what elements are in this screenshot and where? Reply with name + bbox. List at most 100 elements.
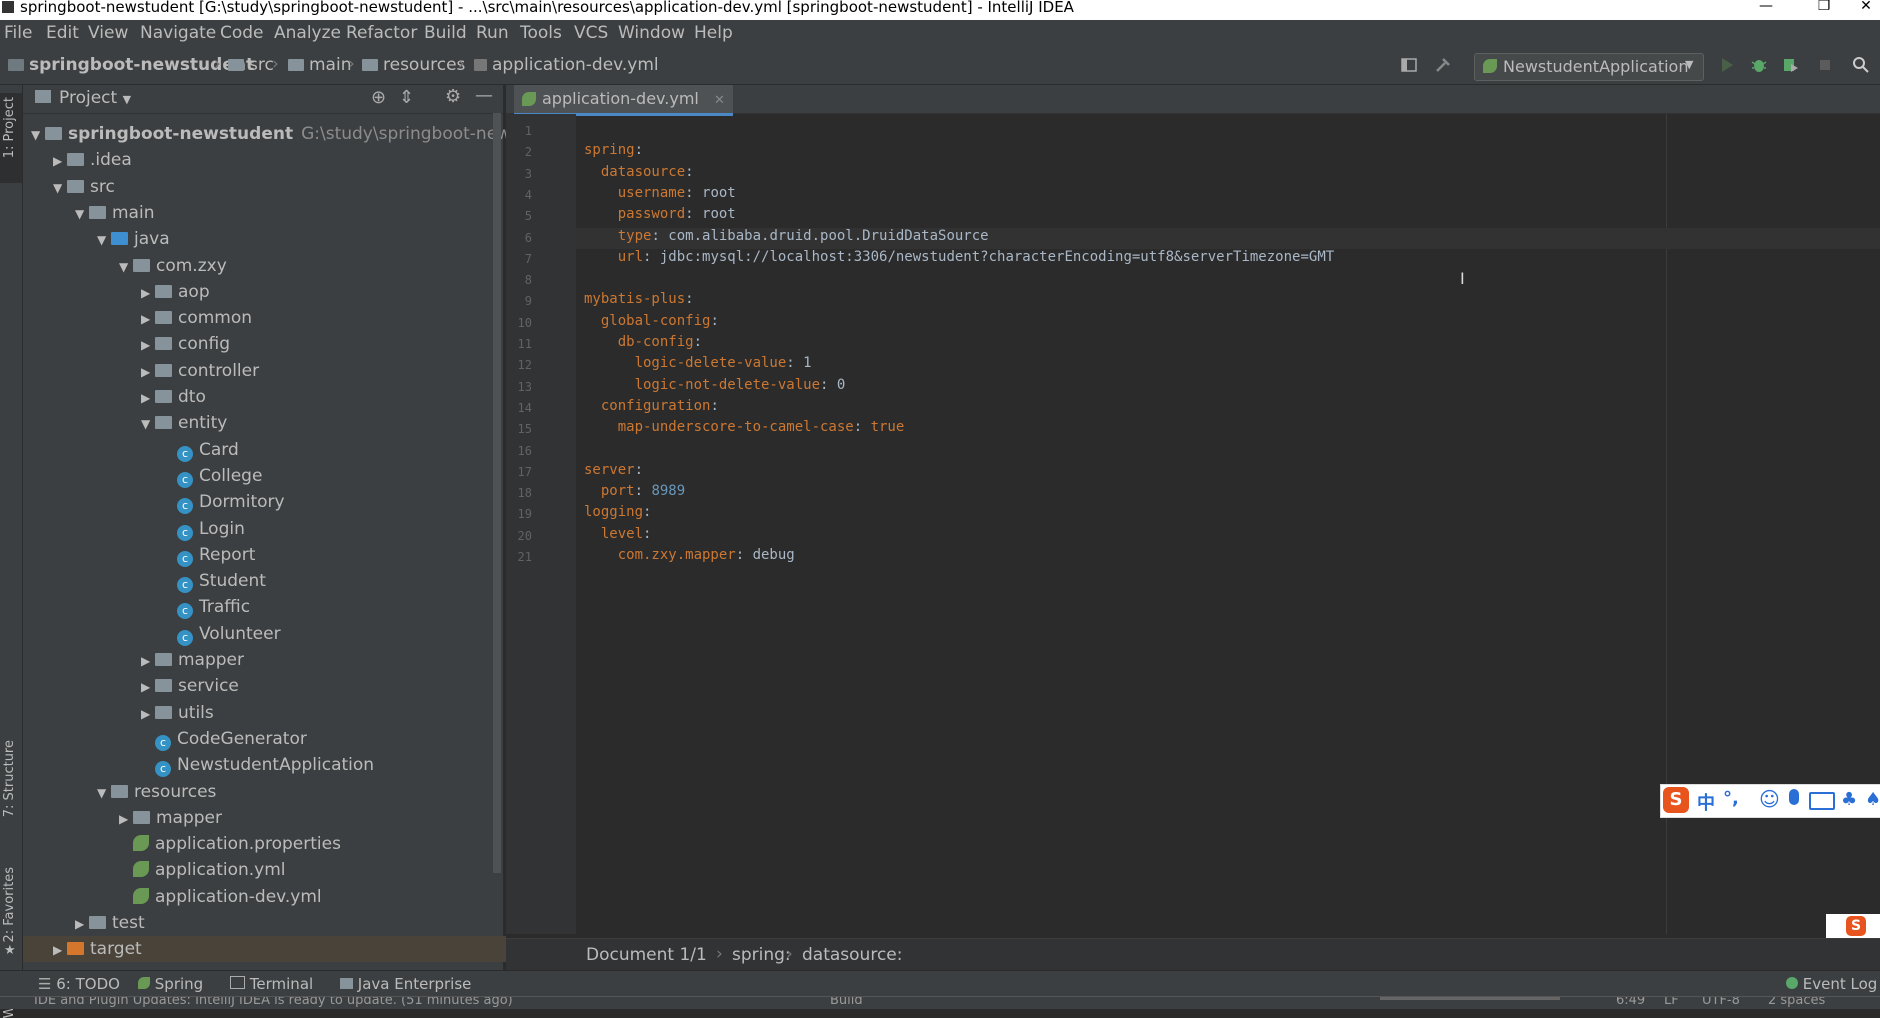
tree-item[interactable]: ▼ main <box>75 200 154 226</box>
menu-analyze[interactable]: Analyze <box>274 23 341 43</box>
tree-item[interactable]: c Volunteer <box>163 621 281 647</box>
project-scrollbar[interactable] <box>493 113 501 873</box>
tree-item[interactable]: c College <box>163 463 262 489</box>
breadcrumb-datasource[interactable]: datasource: <box>802 945 902 965</box>
minimize-icon[interactable]: — <box>1752 0 1780 16</box>
run-configuration-select[interactable]: NewstudentApplication ▼ <box>1474 53 1704 81</box>
expand-arrow-right-icon[interactable]: ▶ <box>53 937 67 963</box>
file-encoding[interactable]: UTF-8 <box>1702 997 1740 1008</box>
expand-arrow-right-icon[interactable]: ▶ <box>141 306 155 332</box>
tree-item[interactable]: ▶ service <box>141 673 239 699</box>
shirt-icon[interactable]: ♠ <box>1865 789 1880 810</box>
emoji-icon[interactable]: ☺ <box>1759 787 1780 811</box>
expand-arrow-right-icon[interactable]: ▶ <box>141 701 155 727</box>
expand-arrow-right-icon[interactable]: ▶ <box>141 385 155 411</box>
expand-arrow-down-icon[interactable]: ▼ <box>75 201 89 227</box>
tab-project[interactable]: 1: Project <box>2 97 17 158</box>
expand-arrow-right-icon[interactable]: ▶ <box>75 911 89 937</box>
build-status[interactable]: Build <box>830 997 863 1008</box>
tree-item[interactable]: ▶ target <box>23 936 523 963</box>
microphone-icon[interactable] <box>1789 789 1799 805</box>
collapse-all-icon[interactable]: ⇕ <box>399 87 414 108</box>
event-log-tab[interactable]: Event Log <box>1786 975 1877 993</box>
menu-vcs[interactable]: VCS <box>574 23 608 43</box>
tree-item[interactable]: c Traffic <box>163 594 250 620</box>
tab-spring[interactable]: Spring <box>138 975 203 993</box>
breadcrumb-main[interactable]: main <box>288 55 351 75</box>
tree-item[interactable]: application.properties <box>119 831 341 857</box>
tree-item[interactable]: c CodeGenerator <box>141 726 307 752</box>
breadcrumb-src[interactable]: src <box>228 55 274 75</box>
tab-terminal[interactable]: Terminal <box>230 975 313 993</box>
menu-tools[interactable]: Tools <box>520 23 562 43</box>
tree-item[interactable]: ▼ com.zxy <box>119 253 227 279</box>
menu-navigate[interactable]: Navigate <box>140 23 216 43</box>
breadcrumb-document[interactable]: Document 1/1 <box>586 945 707 965</box>
tree-item[interactable]: c Login <box>163 516 245 542</box>
tree-item[interactable]: ▶ common <box>141 305 252 331</box>
tree-item[interactable]: c NewstudentApplication <box>141 752 374 778</box>
expand-arrow-right-icon[interactable]: ▶ <box>141 359 155 385</box>
tree-item[interactable]: c Student <box>163 568 266 594</box>
tree-item[interactable]: ▶ aop <box>141 279 210 305</box>
ime-toolbar[interactable]: S 中 °, ☺ ♣ ♠ <box>1660 784 1880 818</box>
tree-item[interactable]: ▼ java <box>97 226 170 252</box>
breadcrumb-resources[interactable]: resources <box>362 55 465 75</box>
restore-icon[interactable]: ❐ <box>1810 0 1838 16</box>
expand-arrow-right-icon[interactable]: ▶ <box>119 806 133 832</box>
tree-item[interactable]: ▶ dto <box>141 384 206 410</box>
line-separator[interactable]: LF <box>1664 997 1679 1008</box>
tree-item[interactable]: ▼ resources <box>97 779 216 805</box>
locate-file-icon[interactable]: ⊕ <box>371 87 386 108</box>
tree-item[interactable]: c Card <box>163 437 239 463</box>
expand-arrow-right-icon[interactable]: ▶ <box>141 648 155 674</box>
tree-item[interactable]: ▶ test <box>75 910 145 936</box>
tree-item[interactable]: ▶ mapper <box>141 647 244 673</box>
editor-tab[interactable]: application-dev.yml ✕ <box>514 85 733 116</box>
menu-window[interactable]: Window <box>618 23 685 43</box>
gear-icon[interactable]: ⚙ <box>445 86 461 107</box>
expand-arrow-down-icon[interactable]: ▼ <box>119 254 133 280</box>
tab-structure[interactable]: 7: Structure <box>2 740 17 817</box>
menu-edit[interactable]: Edit <box>46 23 79 43</box>
breadcrumb-spring[interactable]: spring: <box>732 945 791 965</box>
expand-arrow-down-icon[interactable]: ▼ <box>141 411 155 437</box>
stop-icon[interactable] <box>1816 56 1834 74</box>
expand-arrow-right-icon[interactable]: ▶ <box>141 674 155 700</box>
expand-arrow-right-icon[interactable]: ▶ <box>141 332 155 358</box>
status-message[interactable]: IDE and Plugin Updates: IntelliJ IDEA is… <box>34 997 513 1008</box>
tree-item[interactable]: ▶ config <box>141 331 230 357</box>
project-view-select[interactable]: Project ▼ <box>59 88 131 108</box>
ime-mini-toolbar[interactable]: S <box>1826 914 1880 938</box>
hide-panel-icon[interactable]: — <box>475 85 493 106</box>
run-icon[interactable] <box>1718 56 1736 74</box>
project-structure-icon[interactable] <box>1400 56 1418 74</box>
search-everywhere-icon[interactable] <box>1852 56 1870 74</box>
tab-todo[interactable]: ☰ 6: TODO <box>38 975 120 993</box>
tree-item[interactable]: application-dev.yml <box>119 884 322 910</box>
tab-favorites[interactable]: 2: Favorites <box>2 867 17 943</box>
expand-arrow-down-icon[interactable]: ▼ <box>53 175 67 201</box>
menu-code[interactable]: Code <box>220 23 264 43</box>
expand-arrow-right-icon[interactable]: ▶ <box>53 148 67 174</box>
menu-help[interactable]: Help <box>694 23 733 43</box>
tree-item[interactable]: ▶ utils <box>141 700 214 726</box>
tree-item[interactable]: ▶ mapper <box>119 805 222 831</box>
expand-arrow-down-icon[interactable]: ▼ <box>31 122 45 148</box>
tree-item[interactable]: c Dormitory <box>163 489 285 515</box>
expand-arrow-down-icon[interactable]: ▼ <box>97 780 111 806</box>
menu-refactor[interactable]: Refactor <box>346 23 417 43</box>
expand-arrow-down-icon[interactable]: ▼ <box>97 227 111 253</box>
menu-file[interactable]: File <box>4 23 32 43</box>
tree-item[interactable]: ▼ src <box>53 174 115 200</box>
caret-position[interactable]: 6:49 <box>1616 997 1645 1008</box>
keyboard-icon[interactable] <box>1809 792 1835 810</box>
menu-run[interactable]: Run <box>476 23 509 43</box>
debug-icon[interactable] <box>1750 56 1768 74</box>
expand-arrow-right-icon[interactable]: ▶ <box>141 280 155 306</box>
close-icon[interactable]: ✕ <box>1852 0 1880 16</box>
tree-item[interactable]: ▼ entity <box>141 410 227 436</box>
tree-item[interactable]: application.yml <box>119 857 286 883</box>
close-tab-icon[interactable]: ✕ <box>714 93 725 108</box>
menu-view[interactable]: View <box>88 23 128 43</box>
